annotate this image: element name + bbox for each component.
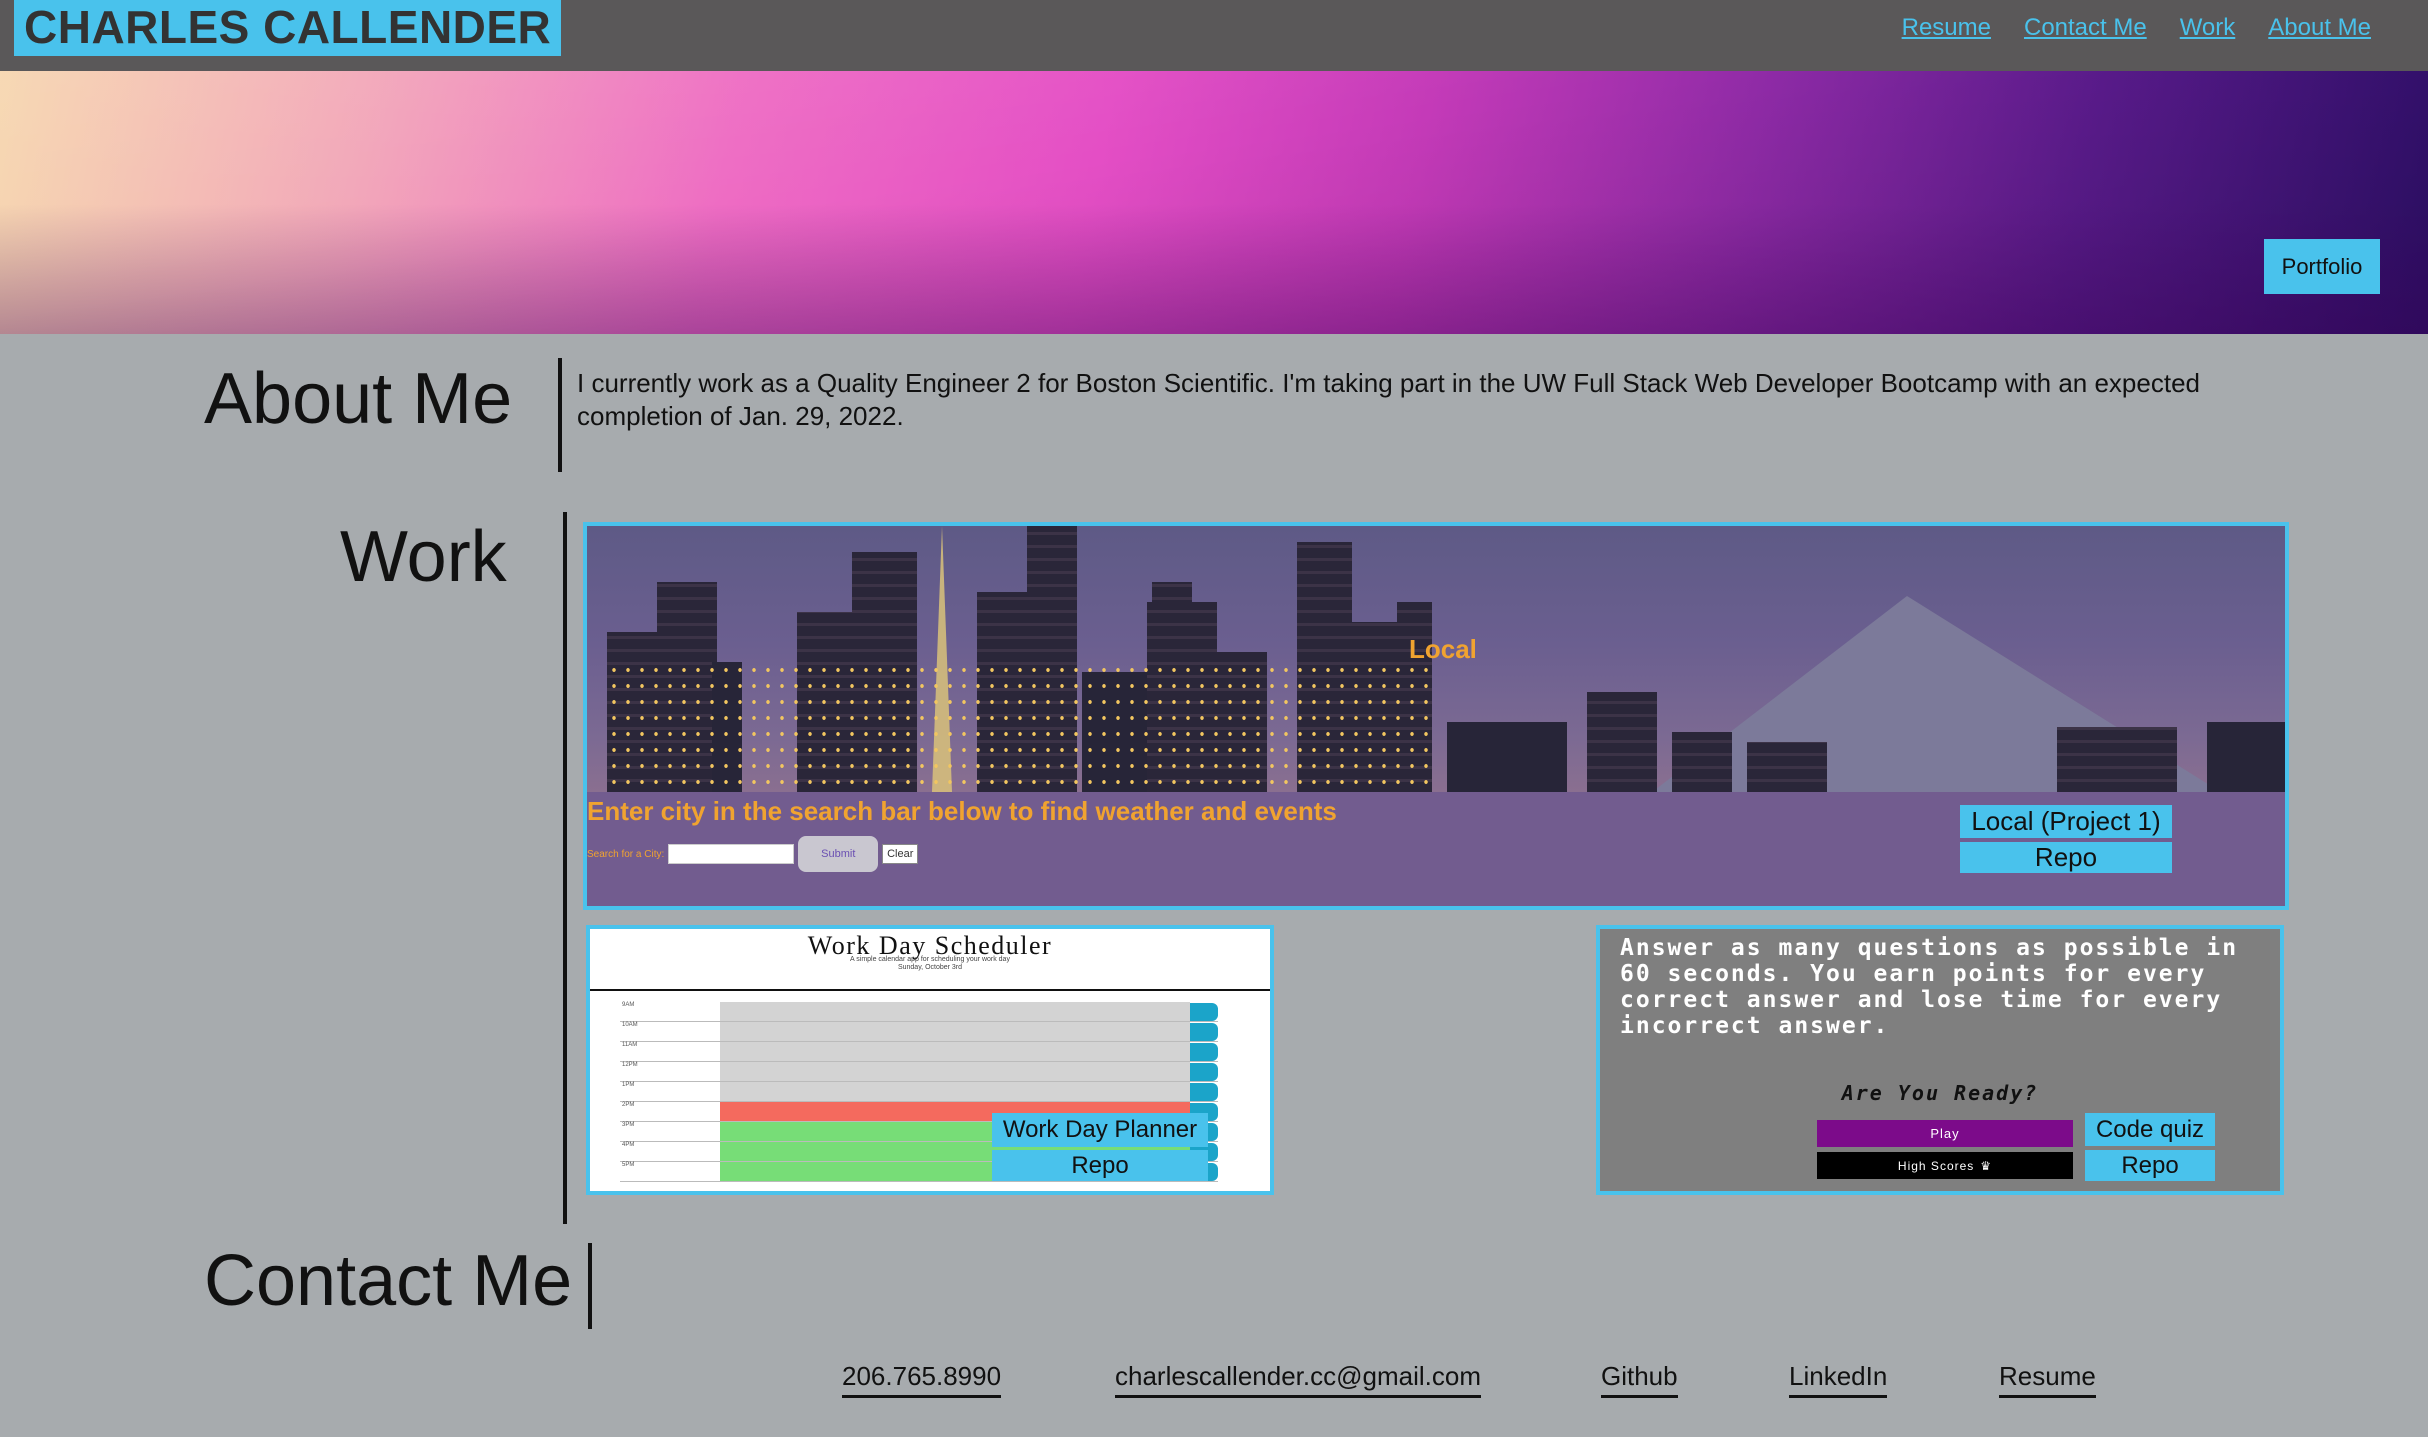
work-heading: Work <box>340 517 507 597</box>
clear-button[interactable]: Clear <box>882 844 919 864</box>
nav-link-about-me[interactable]: About Me <box>2268 14 2371 42</box>
resume-link[interactable]: Resume <box>1999 1361 2096 1398</box>
about-me-heading: About Me <box>204 359 513 439</box>
building <box>1587 692 1657 792</box>
work-divider <box>563 512 567 1224</box>
save-icon <box>1190 1023 1218 1041</box>
time-block: 12PM <box>620 1062 1218 1082</box>
linkedin-link[interactable]: LinkedIn <box>1789 1361 1888 1398</box>
top-navbar: CHARLES CALLENDER Resume Contact Me Work… <box>0 0 2428 71</box>
about-divider <box>558 358 562 472</box>
github-link[interactable]: Github <box>1601 1361 1678 1398</box>
contact-links: 206.765.8990 charlescallender.cc@gmail.c… <box>0 1361 2428 1401</box>
hour-label: 11AM <box>622 1042 638 1048</box>
hour-label: 12PM <box>622 1062 638 1068</box>
phone-link[interactable]: 206.765.8990 <box>842 1361 1002 1398</box>
play-button[interactable]: Play <box>1817 1120 2073 1147</box>
time-block: 10AM <box>620 1022 1218 1042</box>
quiz-instructions: Answer as many questions as possible in … <box>1620 935 2239 1039</box>
about-me-text: I currently work as a Quality Engineer 2… <box>577 368 2200 431</box>
building <box>1447 722 1567 792</box>
local-repo-link[interactable]: Repo <box>1960 842 2172 873</box>
hour-label: 4PM <box>622 1142 635 1148</box>
scheduler-subtitle: A simple calendar app for scheduling you… <box>590 956 1270 972</box>
search-label: Search for a City: <box>587 848 665 860</box>
project-card-work-day-planner[interactable]: Work Day Scheduler A simple calendar app… <box>586 925 1274 1195</box>
city-lights <box>607 662 1437 792</box>
time-block-gray <box>720 1042 1190 1061</box>
project-card-local[interactable]: Local Enter city in the search bar below… <box>583 522 2289 910</box>
save-icon <box>1190 1003 1218 1021</box>
quiz-ready-text: Are You Ready? <box>1841 1081 2039 1105</box>
local-title: Local <box>1409 634 1477 664</box>
local-project-link[interactable]: Local (Project 1) <box>1960 805 2172 838</box>
nav-link-resume[interactable]: Resume <box>1902 14 1991 42</box>
time-block-gray <box>720 1002 1190 1021</box>
city-search-input[interactable] <box>668 844 795 864</box>
hour-label: 9AM <box>622 1002 635 1008</box>
code-quiz-link[interactable]: Code quiz <box>2085 1113 2215 1146</box>
contact-divider <box>588 1243 592 1329</box>
time-block-gray <box>720 1062 1190 1081</box>
hour-label: 10AM <box>622 1022 638 1028</box>
project-card-code-quiz[interactable]: Answer as many questions as possible in … <box>1596 925 2284 1195</box>
site-logo[interactable]: CHARLES CALLENDER <box>14 0 562 56</box>
nav-link-work[interactable]: Work <box>2180 14 2236 42</box>
contact-me-heading: Contact Me <box>204 1241 573 1321</box>
high-scores-label: High Scores <box>1897 1158 1975 1173</box>
save-icon <box>1190 1083 1218 1101</box>
hour-label: 5PM <box>622 1162 635 1168</box>
weather-prompt: Enter city in the search bar below to fi… <box>587 796 1337 826</box>
crown-icon: ♛ <box>1980 1158 1993 1173</box>
seattle-skyline-image: Local <box>587 526 2285 792</box>
time-block: 9AM <box>620 1002 1218 1022</box>
hour-label: 2PM <box>622 1102 635 1108</box>
portfolio-button[interactable]: Portfolio <box>2264 239 2380 294</box>
tree-silhouette <box>2207 722 2285 792</box>
save-icon <box>1190 1063 1218 1081</box>
building <box>1747 742 1827 792</box>
save-icon <box>1190 1043 1218 1061</box>
work-day-planner-link[interactable]: Work Day Planner <box>992 1113 1208 1147</box>
scheduler-subtitle-line: A simple calendar app for scheduling you… <box>850 956 1010 963</box>
email-link[interactable]: charlescallender.cc@gmail.com <box>1115 1361 1481 1398</box>
time-block-gray <box>720 1022 1190 1041</box>
building <box>2057 727 2177 792</box>
nav-link-contact-me[interactable]: Contact Me <box>2024 14 2147 42</box>
main-nav: Resume Contact Me Work About Me <box>1902 14 2371 42</box>
high-scores-button[interactable]: High Scores ♛ <box>1817 1152 2073 1179</box>
code-quiz-repo-link[interactable]: Repo <box>2085 1150 2215 1181</box>
weather-search-row: Search for a City: Submit Clear <box>587 836 919 872</box>
submit-button[interactable]: Submit <box>798 836 879 872</box>
hour-label: 1PM <box>622 1082 635 1088</box>
hour-label: 3PM <box>622 1122 635 1128</box>
scheduler-date: Sunday, October 3rd <box>897 964 963 971</box>
time-block: 1PM <box>620 1082 1218 1102</box>
work-day-planner-repo-link[interactable]: Repo <box>992 1150 1208 1181</box>
time-block: 11AM <box>620 1042 1218 1062</box>
hero-banner: Portfolio <box>0 71 2428 334</box>
building <box>1672 732 1732 792</box>
time-block-gray <box>720 1082 1190 1101</box>
scheduler-divider <box>590 989 1270 991</box>
